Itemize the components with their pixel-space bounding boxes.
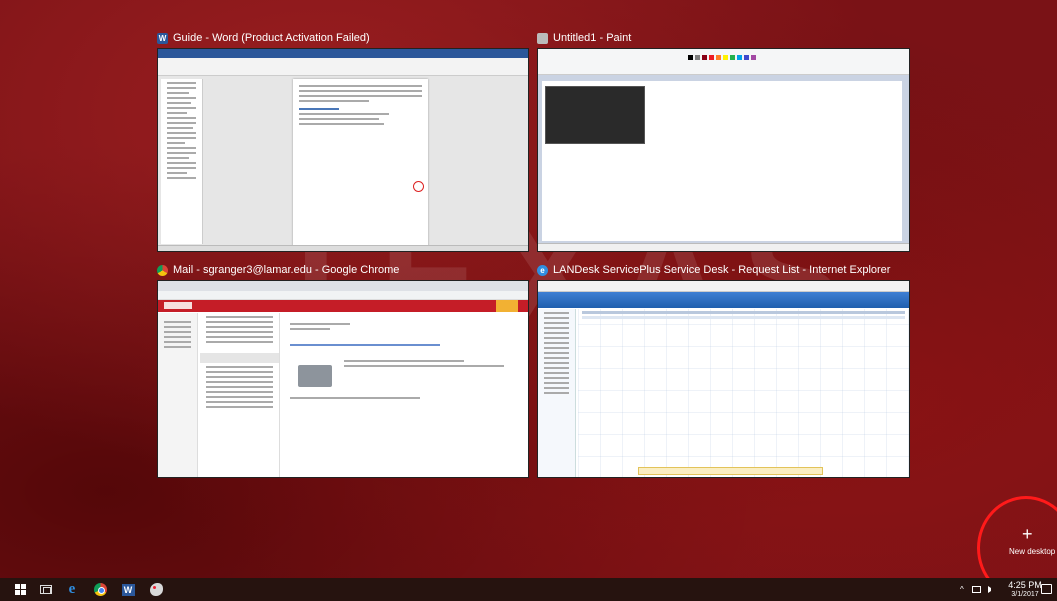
window-thumbnail-chrome[interactable]: Mail - sgranger3@lamar.edu - Google Chro…: [157, 262, 529, 478]
word-icon: W: [121, 583, 135, 596]
window-title-bar: Mail - sgranger3@lamar.edu - Google Chro…: [157, 262, 529, 278]
request-list: [578, 309, 909, 477]
window-thumbnail-paint[interactable]: Untitled1 - Paint: [537, 30, 910, 252]
internet-explorer-icon: e: [537, 264, 548, 276]
status-bar: [158, 245, 528, 251]
window-preview: [537, 48, 910, 252]
taskbar-paint[interactable]: [148, 582, 164, 597]
clock-time: 4:25 PM: [1008, 580, 1042, 590]
word-ribbon: [158, 58, 528, 76]
document-page: [293, 79, 428, 249]
taskbar-chrome[interactable]: [92, 582, 108, 597]
internet-explorer-icon: e: [68, 581, 76, 597]
action-center-icon[interactable]: [1041, 584, 1052, 594]
window-thumbnail-ie[interactable]: e LANDesk ServicePlus Service Desk - Req…: [537, 262, 910, 478]
reading-pane: [284, 313, 528, 477]
window-title: LANDesk ServicePlus Service Desk - Reque…: [553, 264, 891, 276]
paint-icon: [537, 32, 548, 44]
address-bar: [158, 291, 528, 300]
window-preview: [157, 48, 529, 252]
window-title-bar: e LANDesk ServicePlus Service Desk - Req…: [537, 262, 910, 278]
window-title-bar: W Guide - Word (Product Activation Faile…: [157, 30, 529, 46]
desktop-background: TEXAS W Guide - Word (Product Activation…: [0, 0, 1057, 600]
chrome-icon: [93, 583, 107, 596]
paint-canvas: [542, 81, 902, 241]
system-clock[interactable]: 4:25 PM 3/1/2017: [1008, 580, 1042, 599]
folder-pane: [158, 313, 198, 477]
cursor-highlight-icon: [413, 181, 424, 192]
volume-tray-icon[interactable]: [988, 578, 995, 601]
tray-overflow-chevron[interactable]: ^: [960, 578, 964, 601]
chevron-up-icon: ^: [960, 585, 964, 594]
taskbar-word[interactable]: W: [120, 582, 136, 597]
task-view-icon: [40, 585, 52, 594]
word-ribbon-tabs: [158, 49, 528, 58]
chrome-icon: [157, 264, 168, 276]
pasted-screenshot: [545, 86, 645, 144]
network-icon: [972, 586, 981, 593]
laptop-image: [298, 365, 332, 387]
status-bar: [538, 243, 909, 251]
message-list: [200, 313, 280, 477]
window-title: Guide - Word (Product Activation Failed): [173, 32, 370, 44]
window-preview: [537, 280, 910, 478]
start-button[interactable]: [12, 582, 28, 597]
word-icon: W: [157, 32, 168, 44]
window-preview: [157, 280, 529, 478]
paint-icon: [149, 583, 163, 596]
serviceplus-header: [538, 292, 909, 308]
volume-icon: [988, 586, 995, 593]
window-thumbnail-word[interactable]: W Guide - Word (Product Activation Faile…: [157, 30, 529, 252]
window-title: Mail - sgranger3@lamar.edu - Google Chro…: [173, 264, 400, 276]
clock-date: 3/1/2017: [1011, 591, 1039, 598]
taskbar-ie[interactable]: e: [64, 581, 80, 597]
paint-ribbon: [538, 49, 909, 75]
outlook-header: [158, 300, 528, 312]
navigation-pane: [161, 79, 203, 244]
network-tray-icon[interactable]: [972, 578, 981, 601]
address-bar: [538, 281, 909, 292]
window-title: Untitled1 - Paint: [553, 32, 632, 44]
notification-bar: [638, 467, 823, 475]
task-view-button[interactable]: [38, 582, 54, 597]
taskbar: e W ^ 4:25 PM 3/1/2017: [0, 578, 1057, 601]
serviceplus-sidebar: [538, 309, 576, 477]
windows-logo-icon: [14, 584, 26, 595]
browser-tabs: [158, 281, 528, 291]
window-title-bar: Untitled1 - Paint: [537, 30, 910, 46]
